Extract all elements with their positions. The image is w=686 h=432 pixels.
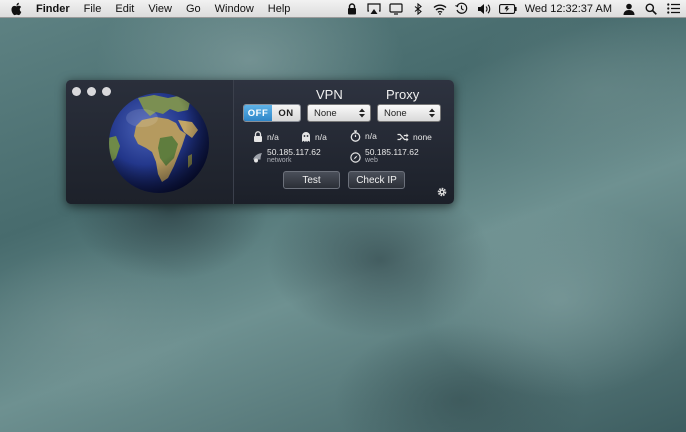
vpn-select-value: None [314,107,337,119]
proxy-header: Proxy [386,87,420,102]
compass-icon [350,150,361,163]
proxy-shuffle-status: none [396,131,432,142]
vpn-ghost-value: n/a [315,131,327,142]
menubar-clock[interactable]: Wed 12:32:37 AM [525,3,612,15]
ghost-icon [300,131,311,142]
web-ip-text: 50.185.117.62 web [365,147,419,165]
apple-menu-icon[interactable] [10,2,24,16]
battery-icon[interactable] [498,2,517,16]
display-icon[interactable] [389,2,403,16]
proxy-select[interactable]: None [377,104,441,122]
gear-icon[interactable] [436,186,448,198]
toggle-off-segment[interactable]: OFF [244,105,272,121]
proxy-select-value: None [384,107,407,119]
lock-icon[interactable] [345,2,359,16]
vpn-header: VPN [316,87,343,102]
network-ip-block: 50.185.117.62 network [252,147,321,165]
stopwatch-icon [350,129,361,142]
wifi-icon[interactable] [433,2,447,16]
vpn-lock-value: n/a [267,131,279,142]
shuffle-icon [396,131,409,142]
menu-go[interactable]: Go [186,3,201,15]
vpn-proxy-window: VPN Proxy OFF ON None None n/a n/a n/a n… [66,80,454,204]
user-icon[interactable] [622,2,636,16]
proxy-timer-status: n/a [350,129,377,142]
airplay-icon[interactable] [367,2,381,16]
time-machine-icon[interactable] [455,2,469,16]
toggle-on-segment[interactable]: ON [272,105,300,121]
web-ip: 50.185.117.62 [365,147,419,157]
controls-pane: VPN Proxy OFF ON None None n/a n/a n/a n… [234,80,454,204]
menu-finder[interactable]: Finder [36,3,70,15]
menu-edit[interactable]: Edit [115,3,134,15]
network-ip-text: 50.185.117.62 network [267,147,321,165]
vpn-toggle[interactable]: OFF ON [243,104,301,122]
bluetooth-icon[interactable] [411,2,425,16]
web-ip-label: web [365,157,378,164]
vpn-lock-status: n/a [252,131,279,142]
vpn-select[interactable]: None [307,104,371,122]
menu-file[interactable]: File [84,3,102,15]
check-ip-button[interactable]: Check IP [348,171,405,189]
spotlight-icon[interactable] [644,2,658,16]
menu-view[interactable]: View [148,3,172,15]
web-ip-block: 50.185.117.62 web [350,147,419,165]
proxy-shuffle-value: none [413,131,432,142]
network-icon [252,150,263,163]
globe-icon [109,93,209,193]
volume-icon[interactable] [477,2,491,16]
menu-help[interactable]: Help [268,3,291,15]
menu-bar: Finder File Edit View Go Window Help Wed… [0,0,686,18]
test-button[interactable]: Test [283,171,340,189]
vpn-ghost-status: n/a [300,131,327,142]
select-arrows-icon [359,108,365,118]
globe-pane [66,80,234,204]
select-arrows-icon [429,108,435,118]
minimize-button[interactable] [87,87,96,96]
proxy-timer-value: n/a [365,130,377,141]
close-button[interactable] [72,87,81,96]
notification-list-icon[interactable] [666,2,680,16]
lock-icon [252,131,263,142]
menu-window[interactable]: Window [215,3,254,15]
network-ip-label: network [267,157,292,164]
network-ip: 50.185.117.62 [267,147,321,157]
